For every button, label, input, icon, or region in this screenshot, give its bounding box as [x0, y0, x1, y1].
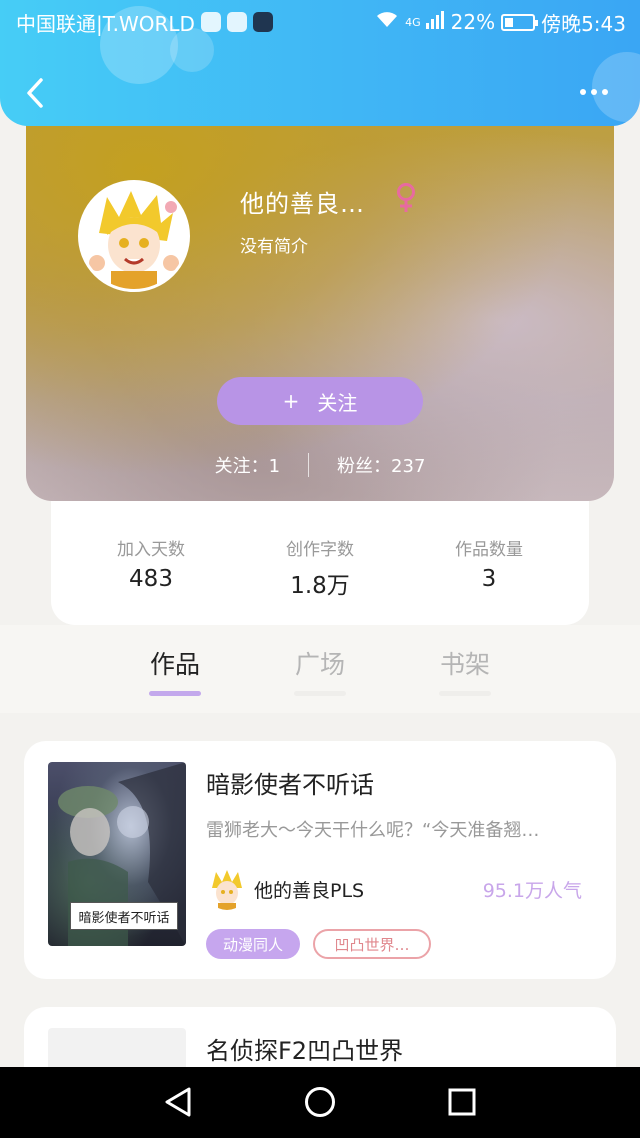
following-count[interactable]: 关注：1 — [215, 452, 280, 478]
tab-indicator — [149, 691, 201, 696]
square-recents-icon — [448, 1088, 476, 1116]
clock: 傍晚5:43 — [541, 11, 626, 36]
network-type: 4G — [405, 15, 421, 29]
stat-value: 1.8万 — [290, 573, 350, 599]
stat-label: 加入天数 — [117, 540, 185, 560]
author-row: 他的善良PLS 95.1万人气 — [206, 868, 582, 910]
stat-value: 483 — [129, 566, 173, 592]
more-dot — [580, 89, 586, 95]
status-bar: 中国联通|T.WORLD 4G 22% 傍晚5:43 — [0, 0, 640, 44]
female-gender-icon — [394, 182, 418, 214]
work-title[interactable]: 暗影使者不听话 — [206, 765, 374, 800]
work-title[interactable]: 名侦探F2凹凸世界 — [206, 1031, 403, 1066]
popularity-count: 95.1万人气 — [482, 879, 582, 902]
stat-join-days: 加入天数 483 — [101, 501, 201, 625]
tab-label: 广场 — [294, 650, 345, 679]
tag-category[interactable]: 动漫同人 — [206, 929, 300, 959]
author-name[interactable]: 他的善良PLS — [254, 876, 364, 903]
avatar[interactable] — [78, 180, 190, 292]
chevron-left-icon — [27, 78, 43, 108]
stat-value: 3 — [481, 566, 497, 592]
system-back-button[interactable] — [160, 1084, 196, 1120]
stat-label: 作品数量 — [455, 540, 523, 560]
music-app-icon — [200, 12, 221, 32]
follow-stats: 关注：1 粉丝：237 — [26, 452, 614, 478]
work-description: 雷狮老大～今天干什么呢？“今天准备翘… — [206, 820, 540, 841]
tab-works[interactable]: 作品 — [145, 645, 205, 696]
carrier-text: 中国联通|T.WORLD — [16, 11, 195, 36]
more-button[interactable] — [570, 80, 618, 104]
tab-indicator — [439, 691, 491, 696]
tab-label: 作品 — [149, 650, 200, 679]
work-cover-image[interactable]: 暗影使者不听话 — [48, 762, 186, 946]
tab-square[interactable]: 广场 — [290, 645, 350, 696]
work-card[interactable]: 暗影使者不听话 暗影使者不听话 雷狮老大～今天干什么呢？“今天准备翘… 他的善良… — [24, 741, 616, 979]
tag-topic[interactable]: 凹凸世界… — [313, 929, 431, 959]
more-dot — [591, 89, 597, 95]
tag-list: 动漫同人 凹凸世界… — [206, 929, 431, 959]
follow-button-label: 关注 — [317, 390, 358, 415]
tab-indicator — [294, 691, 346, 696]
profile-card: 他的善良… 没有简介 + 关注 关注：1 粉丝：237 — [26, 98, 614, 501]
cover-title-text: 暗影使者不听话 — [70, 902, 178, 930]
top-header: 中国联通|T.WORLD 4G 22% 傍晚5:43 — [0, 0, 640, 126]
tab-label: 书架 — [439, 650, 490, 679]
back-button[interactable] — [20, 76, 50, 110]
circle-home-icon — [305, 1087, 335, 1117]
follow-button[interactable]: + 关注 — [217, 377, 423, 425]
fans-count[interactable]: 粉丝：237 — [337, 452, 425, 478]
author-avatar[interactable] — [206, 868, 248, 910]
store-app-icon — [252, 12, 273, 32]
more-dot — [602, 89, 608, 95]
browser-app-icon — [226, 12, 247, 32]
battery-icon — [501, 13, 539, 31]
signal-icon — [425, 10, 445, 34]
stat-word-count: 创作字数 1.8万 — [270, 501, 370, 625]
tab-bookshelf[interactable]: 书架 — [435, 645, 495, 696]
profile-nickname: 他的善良… — [240, 190, 365, 218]
plus-icon: + — [282, 389, 300, 413]
divider — [308, 453, 310, 477]
system-home-button[interactable] — [302, 1084, 338, 1120]
stat-label: 创作字数 — [286, 540, 354, 560]
system-navigation-bar — [0, 1067, 640, 1138]
stat-works-count: 作品数量 3 — [439, 501, 539, 625]
battery-percent: 22% — [450, 10, 496, 34]
triangle-back-icon — [165, 1087, 191, 1117]
stats-panel: 加入天数 483 创作字数 1.8万 作品数量 3 — [51, 501, 589, 625]
wifi-icon — [375, 10, 399, 34]
tab-bar: 作品 广场 书架 — [0, 625, 640, 713]
system-recents-button[interactable] — [444, 1084, 480, 1120]
profile-bio: 没有简介 — [240, 237, 308, 257]
